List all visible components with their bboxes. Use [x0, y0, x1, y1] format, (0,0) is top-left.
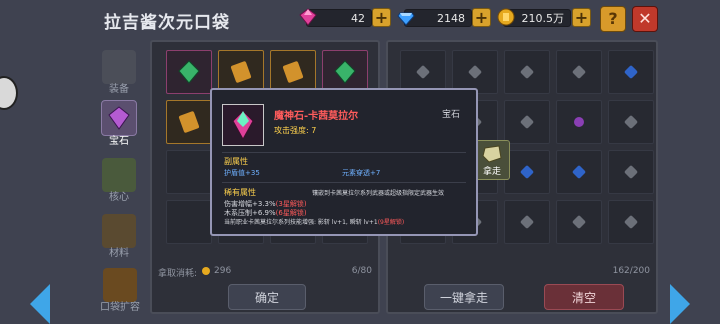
unique-attr-title: 稀有属性: [224, 188, 256, 197]
sub-attr-title: 副属性: [224, 157, 248, 166]
storage-slot[interactable]: [556, 50, 602, 94]
storage-slot[interactable]: [556, 100, 602, 144]
prev-page-arrow-icon[interactable]: [30, 284, 50, 324]
tab-label: 核心: [109, 192, 129, 203]
add-gold-button[interactable]: +: [572, 8, 591, 27]
storage-slot[interactable]: [556, 150, 602, 194]
item-slot[interactable]: [166, 50, 212, 94]
gem-tab-icon: [101, 100, 137, 136]
blue-gem-icon: [623, 64, 639, 80]
hand-grab-icon: [482, 145, 502, 163]
storage-slot[interactable]: [608, 50, 654, 94]
storage-capacity: 162/200: [612, 266, 650, 276]
blue-gem-icon: [571, 164, 587, 180]
tab-core[interactable]: 核心: [96, 158, 142, 210]
tab-gem[interactable]: 宝石: [96, 100, 142, 152]
tab-label: 材料: [109, 248, 129, 259]
scroll-icon: [282, 61, 304, 83]
gray-gem-icon: [467, 64, 483, 80]
scroll-icon: [230, 61, 252, 83]
gold-coin-icon: [497, 8, 515, 26]
core-icon: [102, 158, 136, 192]
storage-slot[interactable]: [608, 200, 654, 244]
item-slot[interactable]: [166, 200, 212, 244]
page-title: 拉吉酱次元口袋: [104, 13, 230, 33]
gray-gem-icon: [415, 64, 431, 80]
storage-slot[interactable]: [608, 100, 654, 144]
take-button-label: 拿走: [482, 167, 501, 177]
purple-gem-icon: [574, 117, 584, 127]
add-diamond-button[interactable]: +: [472, 8, 491, 27]
item-tooltip: 魔神石-卡茜莫拉尔 宝石 攻击强度: 7 副属性 护盾值+35 元素穿透+7 稀…: [210, 88, 478, 236]
help-button[interactable]: ?: [600, 6, 626, 32]
unique-line-3: 当前职业卡茜莫拉尔系列技能增强: 影斩 lv+1, 瞬斩 lv+1(9星解锁): [224, 219, 405, 226]
sub-attr-1: 护盾值+35: [224, 169, 260, 177]
gray-gem-icon: [519, 64, 535, 80]
divider: [222, 152, 466, 153]
take-button[interactable]: 拿走: [474, 140, 510, 180]
divider: [222, 182, 466, 183]
take-all-button[interactable]: 一键拿走: [424, 284, 504, 310]
fee-value: 296: [214, 266, 232, 276]
fee-label: 拿取消耗:: [158, 269, 198, 279]
pocket-capacity: 6/80: [351, 266, 372, 276]
storage-slot[interactable]: [504, 200, 550, 244]
gray-gem-icon: [519, 214, 535, 230]
next-page-arrow-icon[interactable]: [670, 284, 690, 324]
gray-gem-icon: [571, 64, 587, 80]
material-icon: [102, 214, 136, 248]
item-attack: 攻击强度: 7: [274, 126, 317, 135]
fee-coin-icon: [202, 267, 210, 275]
storage-slot[interactable]: [608, 150, 654, 194]
tab-label: 装备: [109, 84, 129, 95]
green-gem-icon: [334, 60, 356, 84]
equipment-icon: [102, 50, 136, 84]
clear-button[interactable]: 清空: [544, 284, 624, 310]
sub-attr-2: 元素穿透+7: [342, 169, 381, 177]
item-icon-frame: [222, 104, 264, 146]
tab-material[interactable]: 材料: [96, 214, 142, 266]
pink-gem-icon: [299, 8, 317, 26]
tab-pocket-expand[interactable]: 口袋扩容: [94, 268, 146, 320]
gray-gem-icon: [623, 214, 639, 230]
add-pink-gem-button[interactable]: +: [372, 8, 391, 27]
gray-gem-icon: [571, 214, 587, 230]
green-gem-icon: [178, 60, 200, 84]
tab-label: 口袋扩容: [100, 302, 140, 313]
item-slot[interactable]: [166, 100, 212, 144]
close-button[interactable]: ✕: [632, 6, 658, 32]
tab-equipment[interactable]: 装备: [96, 50, 142, 102]
gray-gem-icon: [519, 114, 535, 130]
item-slot[interactable]: [166, 150, 212, 194]
item-category: 宝石: [441, 110, 460, 120]
scroll-icon: [178, 111, 200, 133]
gray-gem-icon: [623, 164, 639, 180]
storage-slot[interactable]: [504, 150, 550, 194]
storage-slot[interactable]: [556, 200, 602, 244]
gray-gem-icon: [623, 114, 639, 130]
storage-slot[interactable]: [504, 50, 550, 94]
blue-gem-icon: [519, 164, 535, 180]
demon-stone-icon: [232, 110, 254, 141]
unique-attr-desc: 镶嵌到卡茜莫拉尔系列武器或超级指限定武器生效: [312, 190, 445, 197]
blue-diamond-icon: [397, 12, 415, 26]
item-name: 魔神石-卡茜莫拉尔: [274, 111, 359, 122]
confirm-button[interactable]: 确定: [228, 284, 306, 310]
storage-slot[interactable]: [504, 100, 550, 144]
pocket-expand-icon: [103, 268, 137, 302]
